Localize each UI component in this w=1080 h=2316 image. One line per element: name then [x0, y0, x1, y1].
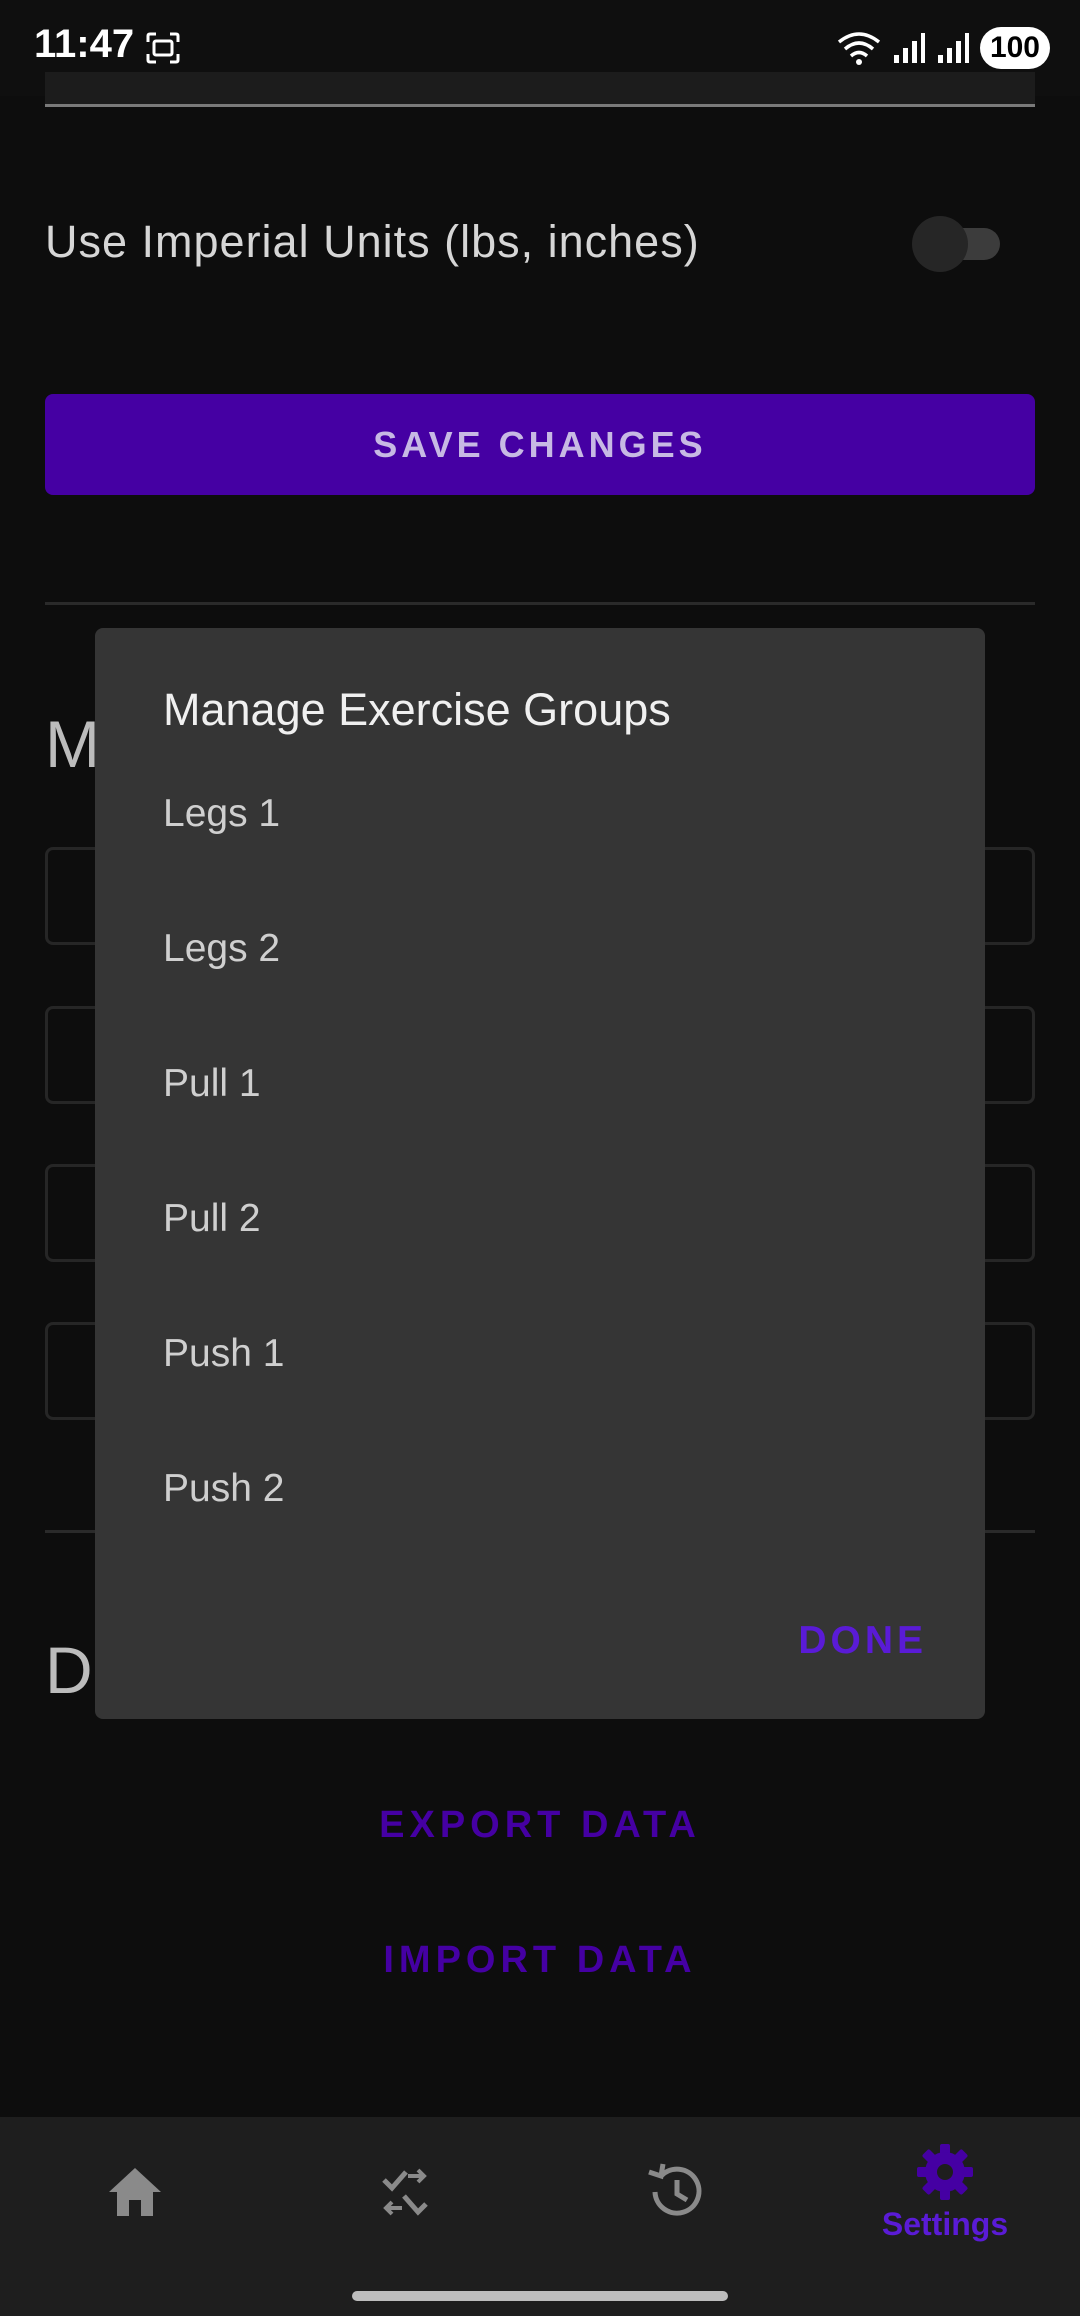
- toggle-thumb: [912, 216, 968, 272]
- section-divider: [45, 602, 1035, 605]
- nav-history[interactable]: [540, 2117, 810, 2267]
- screenshot-icon: [146, 32, 180, 64]
- clock: 11:47: [34, 22, 135, 66]
- dialog-title: Manage Exercise Groups: [163, 684, 671, 735]
- settings-text-field[interactable]: [45, 72, 1035, 107]
- signal-icon: [893, 33, 925, 63]
- exercise-group-list: Legs 1 Legs 2 Pull 1 Pull 2 Push 1 Push …: [95, 790, 985, 1600]
- exercise-group-item[interactable]: Push 1: [95, 1286, 985, 1421]
- save-changes-button[interactable]: SAVE CHANGES: [45, 394, 1035, 495]
- settings-gear-icon: [917, 2143, 973, 2200]
- exercise-group-item[interactable]: Legs 1: [95, 746, 985, 881]
- imperial-units-label: Use Imperial Units (lbs, inches): [45, 216, 700, 267]
- nav-workout[interactable]: [270, 2117, 540, 2267]
- nav-settings-label: Settings: [881, 2205, 1009, 2242]
- workout-swap-icon: [382, 2168, 428, 2216]
- section-heading-partial: M: [45, 707, 100, 781]
- signal-icon: [937, 33, 969, 63]
- bottom-navigation: Settings: [0, 2117, 1080, 2316]
- history-icon: [648, 2163, 702, 2216]
- nav-home[interactable]: [0, 2117, 270, 2267]
- exercise-group-item[interactable]: Pull 1: [95, 1016, 985, 1151]
- wifi-icon: [837, 32, 881, 65]
- exercise-group-item[interactable]: Push 2: [95, 1421, 985, 1556]
- home-icon: [109, 2168, 161, 2216]
- battery-indicator: 100: [979, 27, 1050, 69]
- done-button[interactable]: DONE: [792, 1618, 933, 1664]
- exercise-group-item[interactable]: Pull 2: [95, 1151, 985, 1286]
- export-data-button[interactable]: EXPORT DATA: [0, 1803, 1080, 1848]
- imperial-units-toggle[interactable]: [912, 214, 1004, 272]
- home-indicator-bar[interactable]: [352, 2291, 728, 2301]
- nav-settings[interactable]: Settings: [810, 2117, 1080, 2267]
- section-heading-partial: D: [45, 1633, 93, 1707]
- exercise-group-item[interactable]: Legs 2: [95, 881, 985, 1016]
- manage-exercise-groups-dialog: Manage Exercise Groups Legs 1 Legs 2 Pul…: [95, 628, 985, 1719]
- import-data-button[interactable]: IMPORT DATA: [0, 1938, 1080, 1983]
